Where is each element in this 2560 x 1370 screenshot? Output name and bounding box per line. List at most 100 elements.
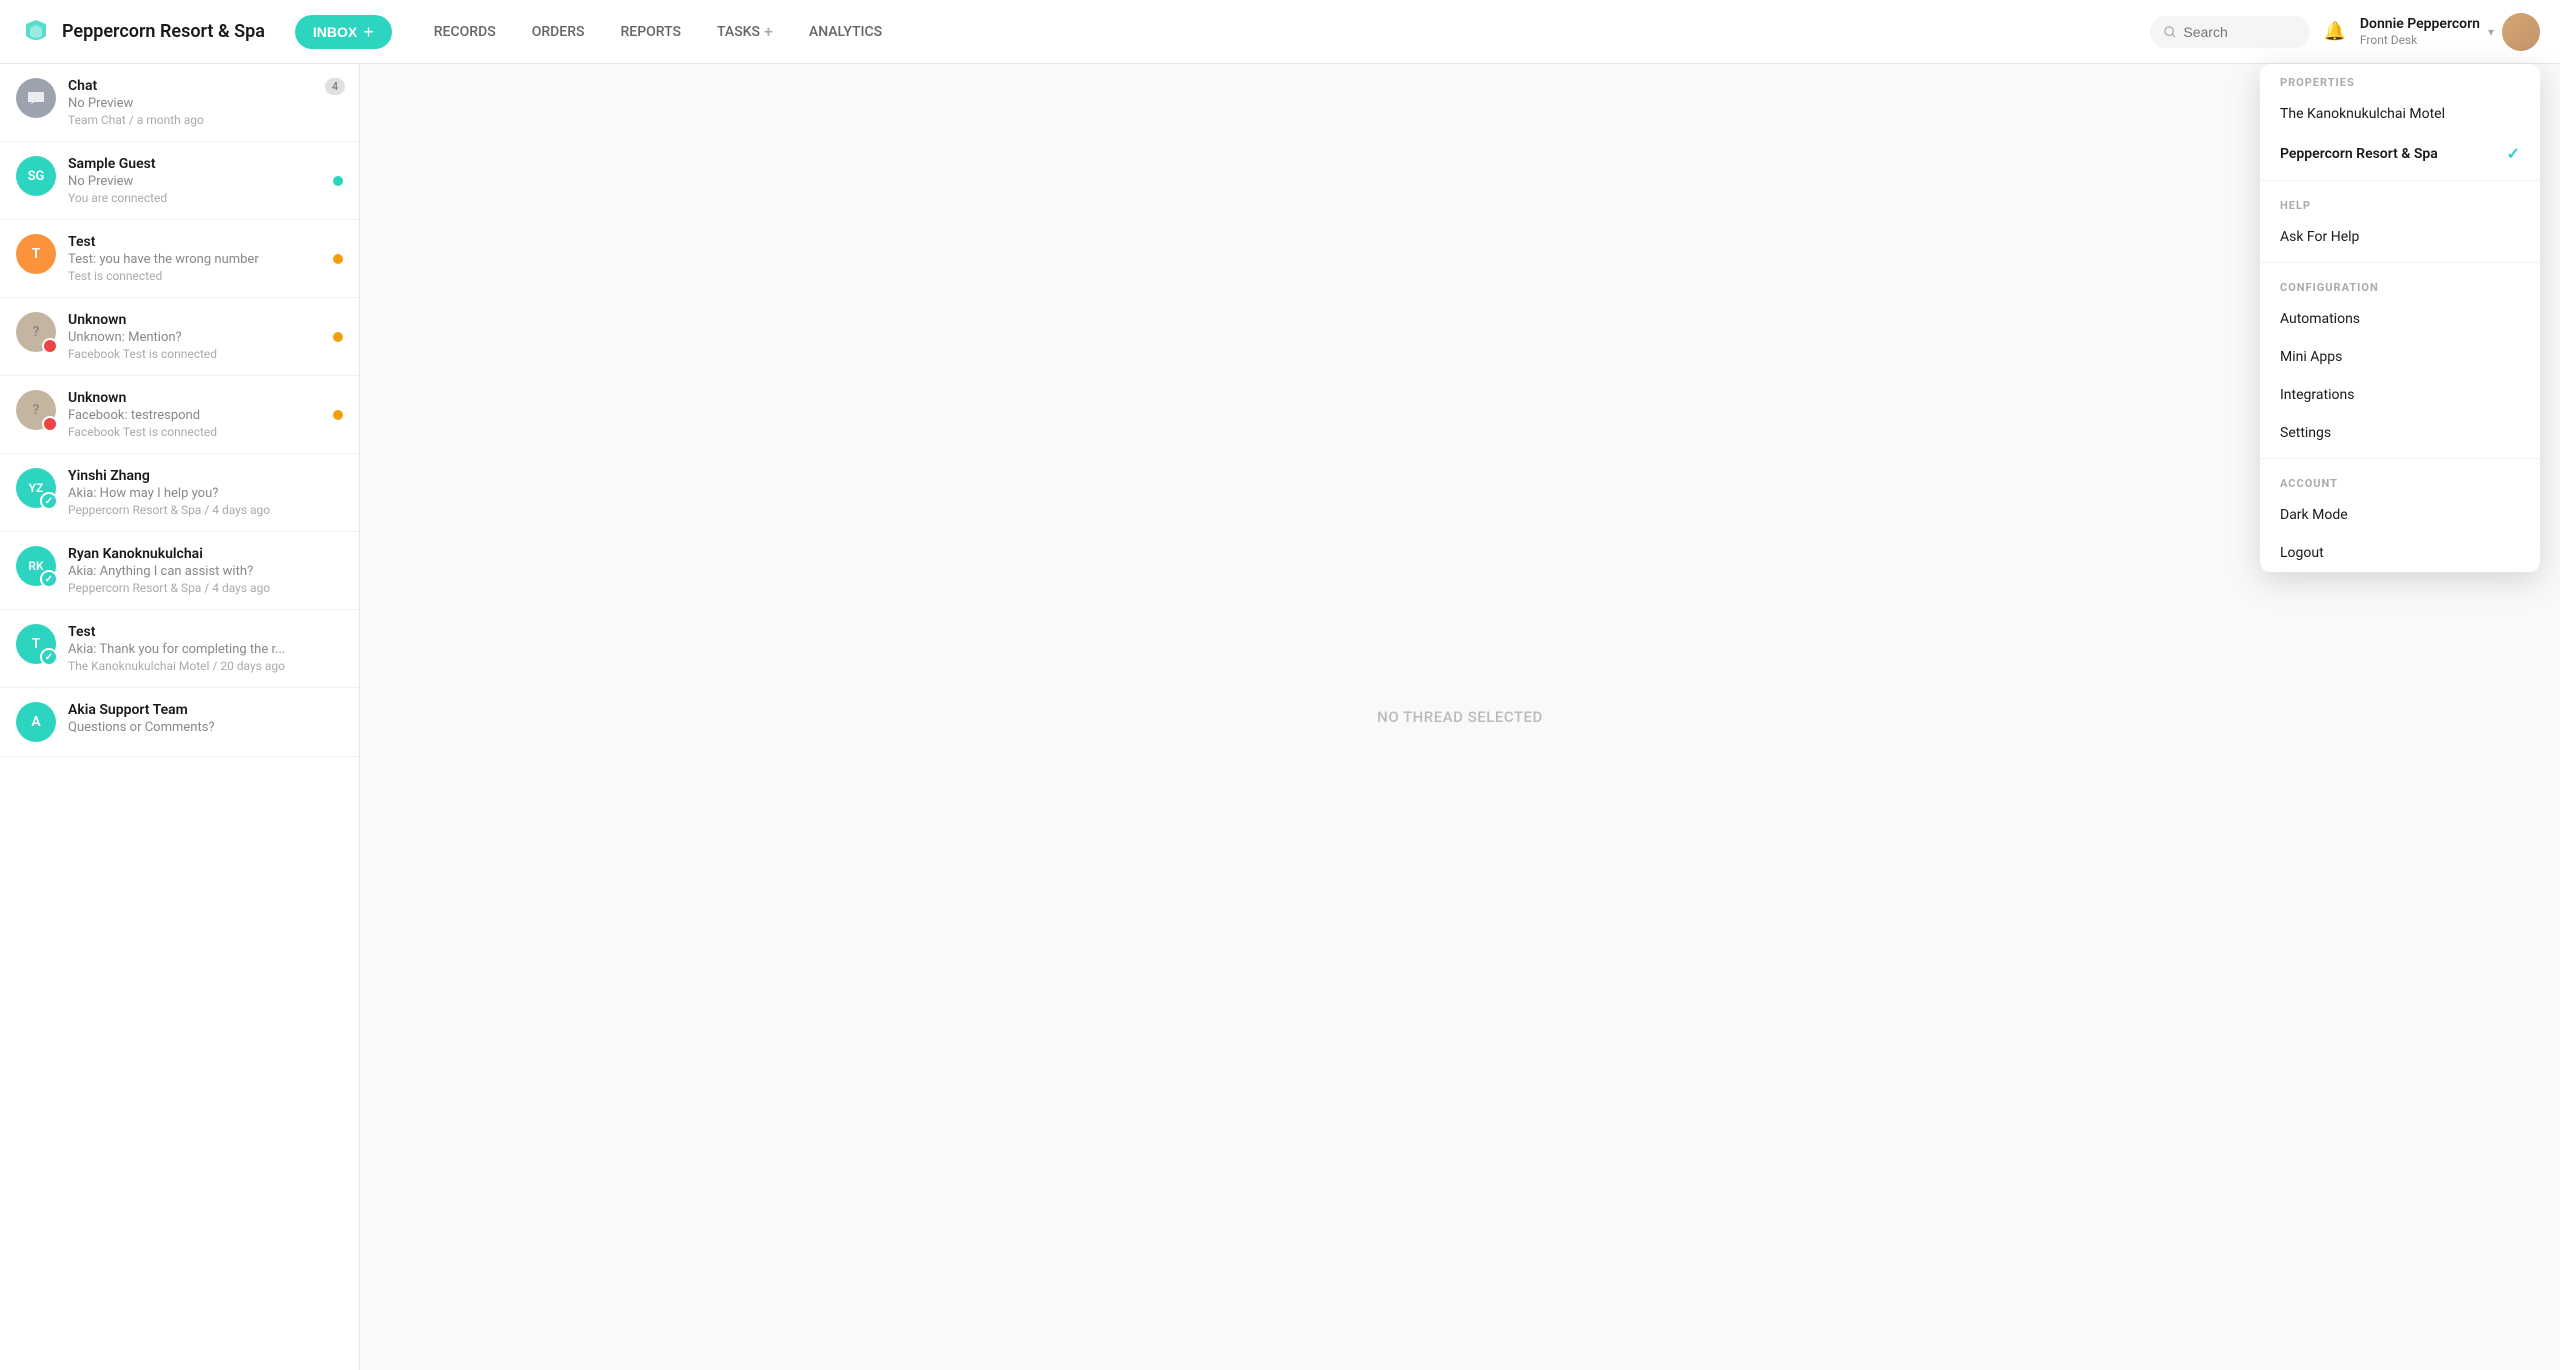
main-nav: RECORDS ORDERS REPORTS TASKS + ANALYTICS	[416, 14, 2150, 49]
user-dropdown: PROPERTIES The Kanoknukulchai Motel Pepp…	[2260, 64, 2540, 572]
config-item-label: Integrations	[2280, 387, 2354, 403]
settings-item[interactable]: Settings	[2260, 414, 2540, 452]
main-layout: Chat No Preview Team Chat / a month ago …	[0, 64, 2560, 1370]
avatar-image	[2502, 13, 2540, 51]
chat-meta: Peppercorn Resort & Spa / 4 days ago	[68, 581, 343, 595]
chat-avatar: SG	[16, 156, 56, 196]
status-indicator	[333, 332, 343, 342]
chat-avatar: ?	[16, 390, 56, 430]
chat-name: Sample Guest	[68, 156, 343, 172]
nav-orders[interactable]: ORDERS	[514, 16, 603, 48]
chat-name: Akia Support Team	[68, 702, 343, 718]
chat-meta: Peppercorn Resort & Spa / 4 days ago	[68, 503, 343, 517]
automations-item[interactable]: Automations	[2260, 300, 2540, 338]
divider	[2260, 458, 2540, 459]
property-kanoknukulchai[interactable]: The Kanoknukulchai Motel	[2260, 95, 2540, 133]
content-area: NO THREAD SELECTED	[360, 64, 2560, 1370]
chat-avatar	[16, 78, 56, 118]
status-indicator	[333, 254, 343, 264]
chat-item-chat[interactable]: Chat No Preview Team Chat / a month ago …	[0, 64, 359, 142]
check-icon: ✓	[40, 570, 58, 588]
mini-apps-item[interactable]: Mini Apps	[2260, 338, 2540, 376]
chat-content: Sample Guest No Preview You are connecte…	[68, 156, 343, 205]
check-icon: ✓	[40, 648, 58, 666]
notification-bell-icon[interactable]: 🔔	[2324, 21, 2346, 42]
nav-tasks[interactable]: TASKS +	[699, 14, 791, 49]
chat-avatar: T	[16, 234, 56, 274]
online-indicator	[333, 176, 343, 186]
help-section-label: HELP	[2260, 187, 2540, 218]
user-name: Donnie Peppercorn	[2360, 16, 2480, 33]
chat-preview: Facebook: testrespond	[68, 408, 343, 423]
chat-list: Chat No Preview Team Chat / a month ago …	[0, 64, 360, 1370]
search-box[interactable]	[2150, 16, 2310, 48]
chat-preview: Akia: How may I help you?	[68, 486, 343, 501]
chat-name: Test	[68, 624, 343, 640]
chat-meta: Facebook Test is connected	[68, 425, 343, 439]
nav-reports[interactable]: REPORTS	[602, 16, 699, 48]
chat-name: Unknown	[68, 312, 343, 328]
chat-name: Yinshi Zhang	[68, 468, 343, 484]
integrations-item[interactable]: Integrations	[2260, 376, 2540, 414]
brand-name: Peppercorn Resort & Spa	[62, 21, 265, 42]
nav-records[interactable]: RECORDS	[416, 16, 514, 48]
chat-content: Test Test: you have the wrong number Tes…	[68, 234, 343, 283]
property-peppercorn[interactable]: Peppercorn Resort & Spa ✓	[2260, 133, 2540, 174]
user-avatar	[2502, 13, 2540, 51]
chat-content: Unknown Facebook: testrespond Facebook T…	[68, 390, 343, 439]
chat-item-ryan[interactable]: RK ✓ Ryan Kanoknukulchai Akia: Anything …	[0, 532, 359, 610]
chat-content: Chat No Preview Team Chat / a month ago	[68, 78, 343, 127]
chat-preview: Test: you have the wrong number	[68, 252, 343, 267]
help-item-label: Ask For Help	[2280, 229, 2359, 245]
chat-item-sample-guest[interactable]: SG Sample Guest No Preview You are conne…	[0, 142, 359, 220]
config-item-label: Automations	[2280, 311, 2360, 327]
nav-analytics[interactable]: ANALYTICS	[791, 16, 900, 48]
chat-meta: Team Chat / a month ago	[68, 113, 343, 127]
inbox-plus: +	[363, 23, 374, 41]
chat-meta: You are connected	[68, 191, 343, 205]
search-input[interactable]	[2183, 24, 2295, 40]
chat-item-test[interactable]: T Test Test: you have the wrong number T…	[0, 220, 359, 298]
chat-preview: Akia: Anything I can assist with?	[68, 564, 343, 579]
chat-name: Chat	[68, 78, 343, 94]
chat-avatar: T ✓	[16, 624, 56, 664]
config-item-label: Settings	[2280, 425, 2331, 441]
divider	[2260, 262, 2540, 263]
chat-content: Ryan Kanoknukulchai Akia: Anything I can…	[68, 546, 343, 595]
inbox-button[interactable]: INBOX +	[295, 15, 392, 49]
chat-item-unknown2[interactable]: ? Unknown Facebook: testrespond Facebook…	[0, 376, 359, 454]
chat-content: Yinshi Zhang Akia: How may I help you? P…	[68, 468, 343, 517]
property-name: Peppercorn Resort & Spa	[2280, 146, 2438, 162]
chat-preview: Unknown: Mention?	[68, 330, 343, 345]
account-item-label: Dark Mode	[2280, 507, 2348, 523]
search-icon	[2164, 25, 2176, 39]
account-section-label: ACCOUNT	[2260, 465, 2540, 496]
header: Peppercorn Resort & Spa INBOX + RECORDS …	[0, 0, 2560, 64]
status-indicator	[333, 410, 343, 420]
chat-avatar: A	[16, 702, 56, 742]
user-menu-trigger[interactable]: Donnie Peppercorn Front Desk ▾	[2360, 13, 2540, 51]
chat-name: Unknown	[68, 390, 343, 406]
chat-badge: 4	[325, 78, 345, 95]
chat-item-akia-support[interactable]: A Akia Support Team Questions or Comment…	[0, 688, 359, 757]
tasks-plus-icon[interactable]: +	[764, 22, 773, 41]
inbox-label: INBOX	[313, 24, 357, 40]
chat-item-yinshi[interactable]: YZ ✓ Yinshi Zhang Akia: How may I help y…	[0, 454, 359, 532]
chat-avatar: ?	[16, 312, 56, 352]
chat-item-test2[interactable]: T ✓ Test Akia: Thank you for completing …	[0, 610, 359, 688]
account-item-label: Logout	[2280, 545, 2324, 561]
chat-preview: Akia: Thank you for completing the r...	[68, 642, 343, 657]
ask-for-help-item[interactable]: Ask For Help	[2260, 218, 2540, 256]
dark-mode-item[interactable]: Dark Mode	[2260, 496, 2540, 534]
chat-name: Ryan Kanoknukulchai	[68, 546, 343, 562]
chat-meta: Facebook Test is connected	[68, 347, 343, 361]
chat-preview: No Preview	[68, 174, 343, 189]
header-right: 🔔 Donnie Peppercorn Front Desk ▾	[2150, 13, 2541, 51]
chat-preview: No Preview	[68, 96, 343, 111]
chat-content: Test Akia: Thank you for completing the …	[68, 624, 343, 673]
chat-item-unknown1[interactable]: ? Unknown Unknown: Mention? Facebook Tes…	[0, 298, 359, 376]
logout-item[interactable]: Logout	[2260, 534, 2540, 572]
platform-badge	[42, 338, 58, 354]
divider	[2260, 180, 2540, 181]
chat-avatar: YZ ✓	[16, 468, 56, 508]
